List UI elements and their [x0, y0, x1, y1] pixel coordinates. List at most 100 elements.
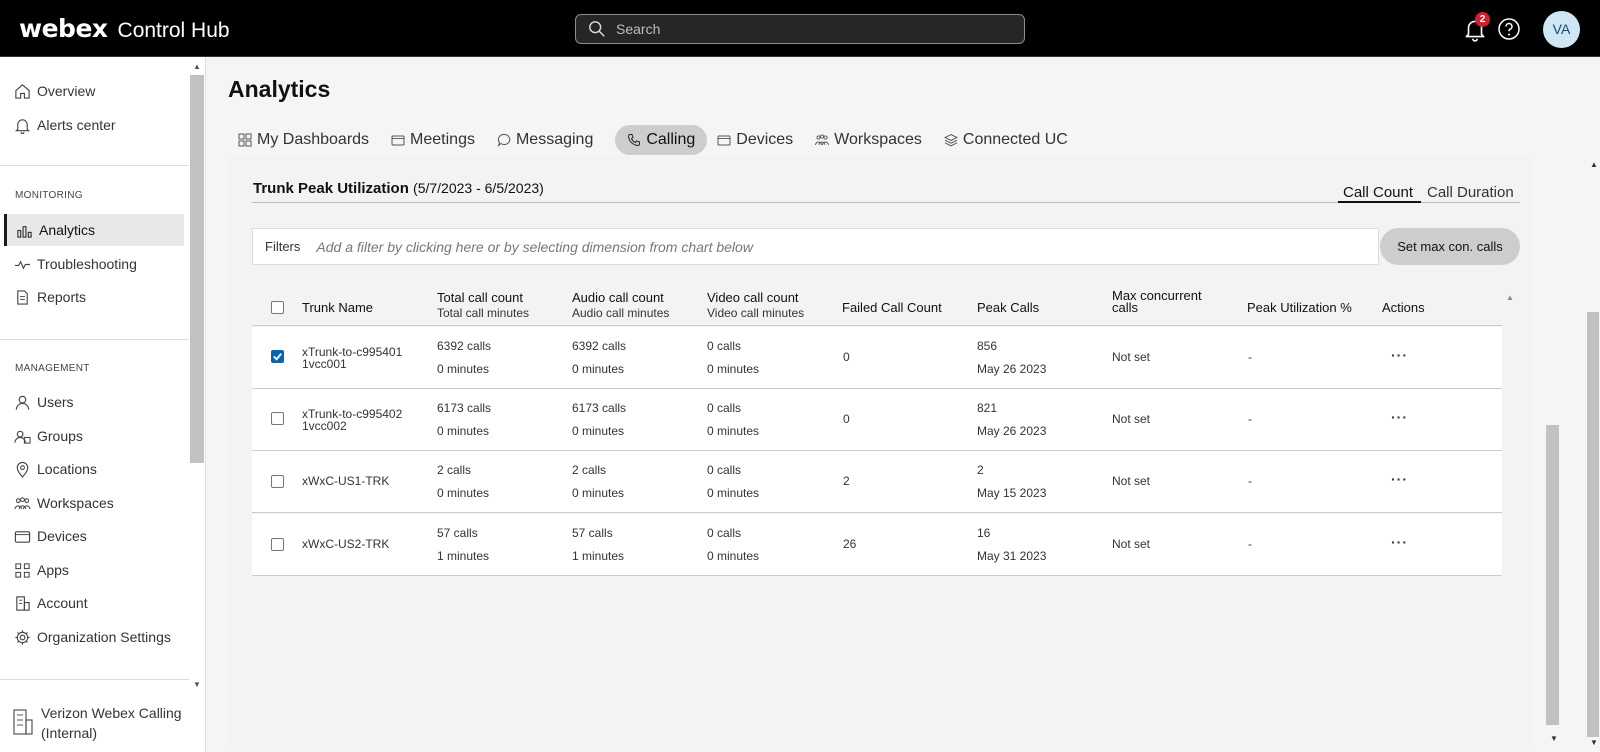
search-box[interactable] — [575, 14, 1025, 44]
row-checkbox[interactable] — [271, 538, 284, 551]
sidebar-item-analytics[interactable]: Analytics — [4, 214, 184, 246]
sidebar-item-workspaces[interactable]: Workspaces — [14, 487, 114, 519]
peak-date: May 31 2023 — [977, 549, 1047, 563]
page-scroll-up-icon[interactable]: ▲ — [1590, 160, 1598, 169]
video-minutes: 0 minutes — [707, 486, 760, 500]
sidebar-item-overview[interactable]: Overview — [14, 75, 95, 107]
failed-count: 2 — [843, 474, 850, 488]
tab-messaging[interactable]: Messaging — [497, 125, 605, 155]
sidebar-item-groups[interactable]: Groups — [14, 420, 83, 452]
header-total-call-count[interactable]: Total call count Total call minutes — [437, 290, 529, 321]
sidebar-scroll-down-icon[interactable]: ▼ — [193, 680, 201, 689]
tab-label: Connected UC — [962, 131, 1068, 148]
row-checkbox[interactable] — [271, 412, 284, 425]
notification-badge: 2 — [1475, 12, 1490, 27]
table-row[interactable]: xWxC-US2-TRK 57 calls 1 minutes 57 calls… — [252, 514, 1502, 576]
table-row[interactable]: xTrunk-to-c995401 1vcc001 6392 calls 0 mi… — [252, 327, 1502, 389]
row-actions-menu-icon[interactable]: ··· — [1391, 471, 1408, 487]
row-actions-menu-icon[interactable]: ··· — [1391, 409, 1408, 425]
video-minutes: 0 minutes — [707, 424, 760, 438]
table-scroll-up-icon[interactable]: ▲ — [1506, 293, 1514, 302]
tab-label: Meetings — [410, 131, 475, 148]
user-icon — [15, 395, 30, 410]
sidebar-scroll-up-icon[interactable]: ▲ — [193, 62, 201, 71]
row-checkbox[interactable] — [271, 350, 284, 363]
filters-label: Filters — [265, 239, 301, 254]
table-row[interactable]: xTrunk-to-c995402 1vcc002 6173 calls 0 mi… — [252, 389, 1502, 451]
row-checkbox[interactable] — [271, 475, 284, 488]
filters-bar[interactable]: Filters Add a filter by clicking here or… — [252, 228, 1379, 265]
sidebar-item-label: Locations — [37, 461, 97, 477]
total-calls: 2 calls — [437, 463, 472, 477]
tab-label: My Dashboards — [257, 131, 370, 148]
call-duration-toggle[interactable]: Call Duration — [1427, 184, 1514, 201]
header-peak-calls[interactable]: Peak Calls — [977, 300, 1039, 315]
audio-minutes: 0 minutes — [572, 424, 625, 438]
table-row[interactable]: xWxC-US1-TRK 2 calls 0 minutes 2 calls 0… — [252, 451, 1502, 513]
devices-icon — [14, 530, 31, 543]
sidebar-item-reports[interactable]: Reports — [14, 281, 86, 313]
search-input[interactable] — [616, 21, 1016, 37]
sidebar-item-account[interactable]: Account — [14, 587, 88, 619]
panel-scroll-down-icon[interactable]: ▼ — [1550, 734, 1558, 743]
building-icon — [13, 709, 33, 735]
header-video-call-count[interactable]: Video call count Video call minutes — [707, 290, 804, 321]
select-all-checkbox[interactable] — [271, 301, 284, 314]
tab-workspaces[interactable]: Workspaces — [815, 125, 934, 155]
sidebar-item-locations[interactable]: Locations — [14, 453, 97, 485]
header-max-concurrent-calls[interactable]: Max concurrent calls — [1112, 289, 1202, 314]
peak-utilization: - — [1248, 350, 1252, 364]
meetings-icon — [391, 135, 405, 146]
audio-minutes: 0 minutes — [572, 362, 625, 376]
table-header: Trunk Name Total call count Total call mi… — [252, 288, 1502, 326]
page-scrollbar-thumb[interactable] — [1587, 312, 1599, 737]
help-icon[interactable] — [1497, 17, 1521, 41]
sidebar-item-troubleshooting[interactable]: Troubleshooting — [14, 248, 137, 280]
brand-logo: webex — [19, 14, 108, 43]
header-failed-call-count[interactable]: Failed Call Count — [842, 300, 942, 315]
tab-meetings[interactable]: Meetings — [391, 125, 487, 155]
call-count-toggle[interactable]: Call Count — [1343, 184, 1413, 201]
header-audio-call-count[interactable]: Audio call count Audio call minutes — [572, 290, 669, 321]
header-peak-utilization[interactable]: Peak Utilization % — [1247, 300, 1352, 315]
set-max-concurrent-calls-button[interactable]: Set max con. calls — [1380, 228, 1520, 265]
audio-calls: 6392 calls — [572, 339, 627, 353]
sidebar-item-users[interactable]: Users — [14, 386, 74, 418]
organization-switcher[interactable]: Verizon Webex Calling (Internal) — [12, 703, 182, 743]
tab-devices[interactable]: Devices — [717, 125, 805, 155]
tab-calling[interactable]: Calling — [615, 125, 708, 155]
row-actions-menu-icon[interactable]: ··· — [1391, 347, 1408, 363]
tab-label: Messaging — [515, 131, 594, 148]
trunk-name: xWxC-US2-TRK — [302, 537, 390, 551]
row-actions-menu-icon[interactable]: ··· — [1391, 534, 1408, 550]
audio-minutes: 0 minutes — [572, 486, 625, 500]
sidebar-divider — [0, 679, 189, 680]
page-title: Analytics — [228, 76, 331, 102]
tab-label: Calling — [646, 131, 696, 148]
tab-connected-uc[interactable]: Connected UC — [943, 125, 1080, 155]
workspaces-icon — [14, 496, 31, 509]
peak-calls: 821 — [977, 401, 998, 415]
header-trunk-name[interactable]: Trunk Name — [302, 300, 373, 315]
peak-utilization: - — [1248, 537, 1252, 551]
tab-my-dashboards[interactable]: My Dashboards — [238, 125, 381, 155]
sidebar-scrollbar-thumb[interactable] — [190, 75, 204, 463]
sidebar-item-label: Organization Settings — [37, 629, 171, 645]
devices-icon — [717, 135, 731, 146]
panel-scrollbar-thumb[interactable] — [1546, 425, 1559, 725]
user-avatar[interactable]: VA — [1543, 11, 1580, 48]
sidebar-item-organization-settings[interactable]: Organization Settings — [14, 621, 171, 653]
tab-label: Devices — [736, 131, 794, 148]
failed-count: 0 — [843, 350, 850, 364]
layers-icon — [943, 133, 958, 147]
trunk-name: xWxC-US1-TRK — [302, 474, 390, 488]
sidebar-item-alerts-center[interactable]: Alerts center — [14, 109, 116, 141]
sidebar-item-apps[interactable]: Apps — [14, 554, 69, 586]
total-calls: 6173 calls — [437, 401, 492, 415]
page-scroll-down-icon[interactable]: ▼ — [1590, 738, 1598, 747]
brand[interactable]: webex Control Hub — [19, 14, 230, 43]
max-concurrent: Not set — [1112, 412, 1151, 426]
video-calls: 0 calls — [707, 339, 742, 353]
sidebar-item-devices[interactable]: Devices — [14, 520, 87, 552]
search-icon — [589, 21, 605, 37]
